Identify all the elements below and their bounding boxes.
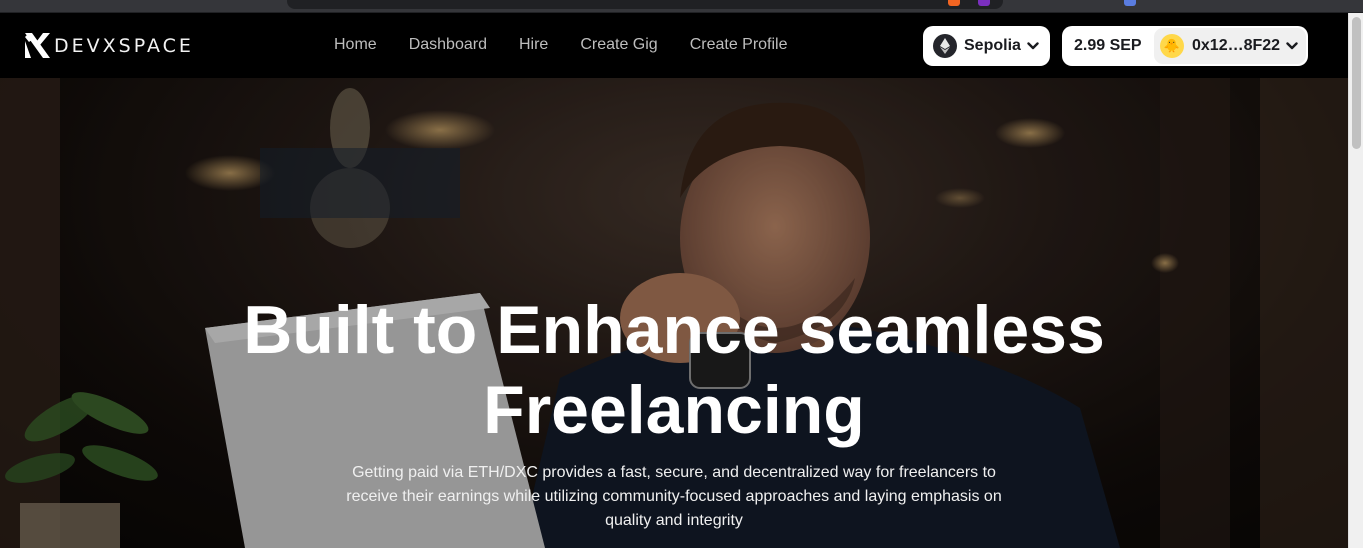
chevron-down-icon [1027,42,1039,50]
account-button[interactable]: 🐥 0x12…8F22 [1154,28,1306,64]
nav-link-hire[interactable]: Hire [519,36,548,54]
extension-icon[interactable] [978,0,990,6]
devxspace-logo-icon [25,33,50,58]
network-switch-button[interactable]: Sepolia [923,26,1050,66]
account-avatar-icon: 🐥 [1160,34,1184,58]
hero-subtitle: Getting paid via ETH/DXC provides a fast… [346,464,1002,529]
hero-section: Built to Enhance seamless Freelancing Ge… [0,78,1348,548]
nav-link-dashboard[interactable]: Dashboard [409,36,487,54]
brand-name: DEVXSPACE [54,34,194,57]
nav-link-create-profile[interactable]: Create Profile [690,36,788,54]
chevron-down-icon [1286,42,1298,50]
top-navbar: DEVXSPACE Home Dashboard Hire Create Gig… [0,13,1348,78]
hero-title-line-2: Freelancing [483,372,865,448]
nav-link-home[interactable]: Home [334,36,377,54]
wallet-balance: 2.99 SEP [1074,37,1142,54]
main-nav: Home Dashboard Hire Create Gig Create Pr… [334,36,820,54]
address-bar[interactable] [287,0,1003,9]
hero-title: Built to Enhance seamless Freelancing [0,290,1348,450]
brand-logo[interactable]: DEVXSPACE [25,33,194,58]
network-name: Sepolia [964,37,1021,54]
ethereum-icon [933,34,957,58]
hero-title-line-1: Built to Enhance seamless [243,292,1105,368]
wallet-address: 0x12…8F22 [1192,37,1281,54]
brave-shield-icon[interactable] [948,0,960,6]
page-scrollbar[interactable] [1348,13,1363,548]
nav-link-create-gig[interactable]: Create Gig [580,36,657,54]
scrollbar-thumb[interactable] [1352,17,1361,149]
extension-icon[interactable] [1124,0,1136,6]
browser-toolbar [0,0,1363,13]
wallet-account: 2.99 SEP 🐥 0x12…8F22 [1062,26,1308,66]
